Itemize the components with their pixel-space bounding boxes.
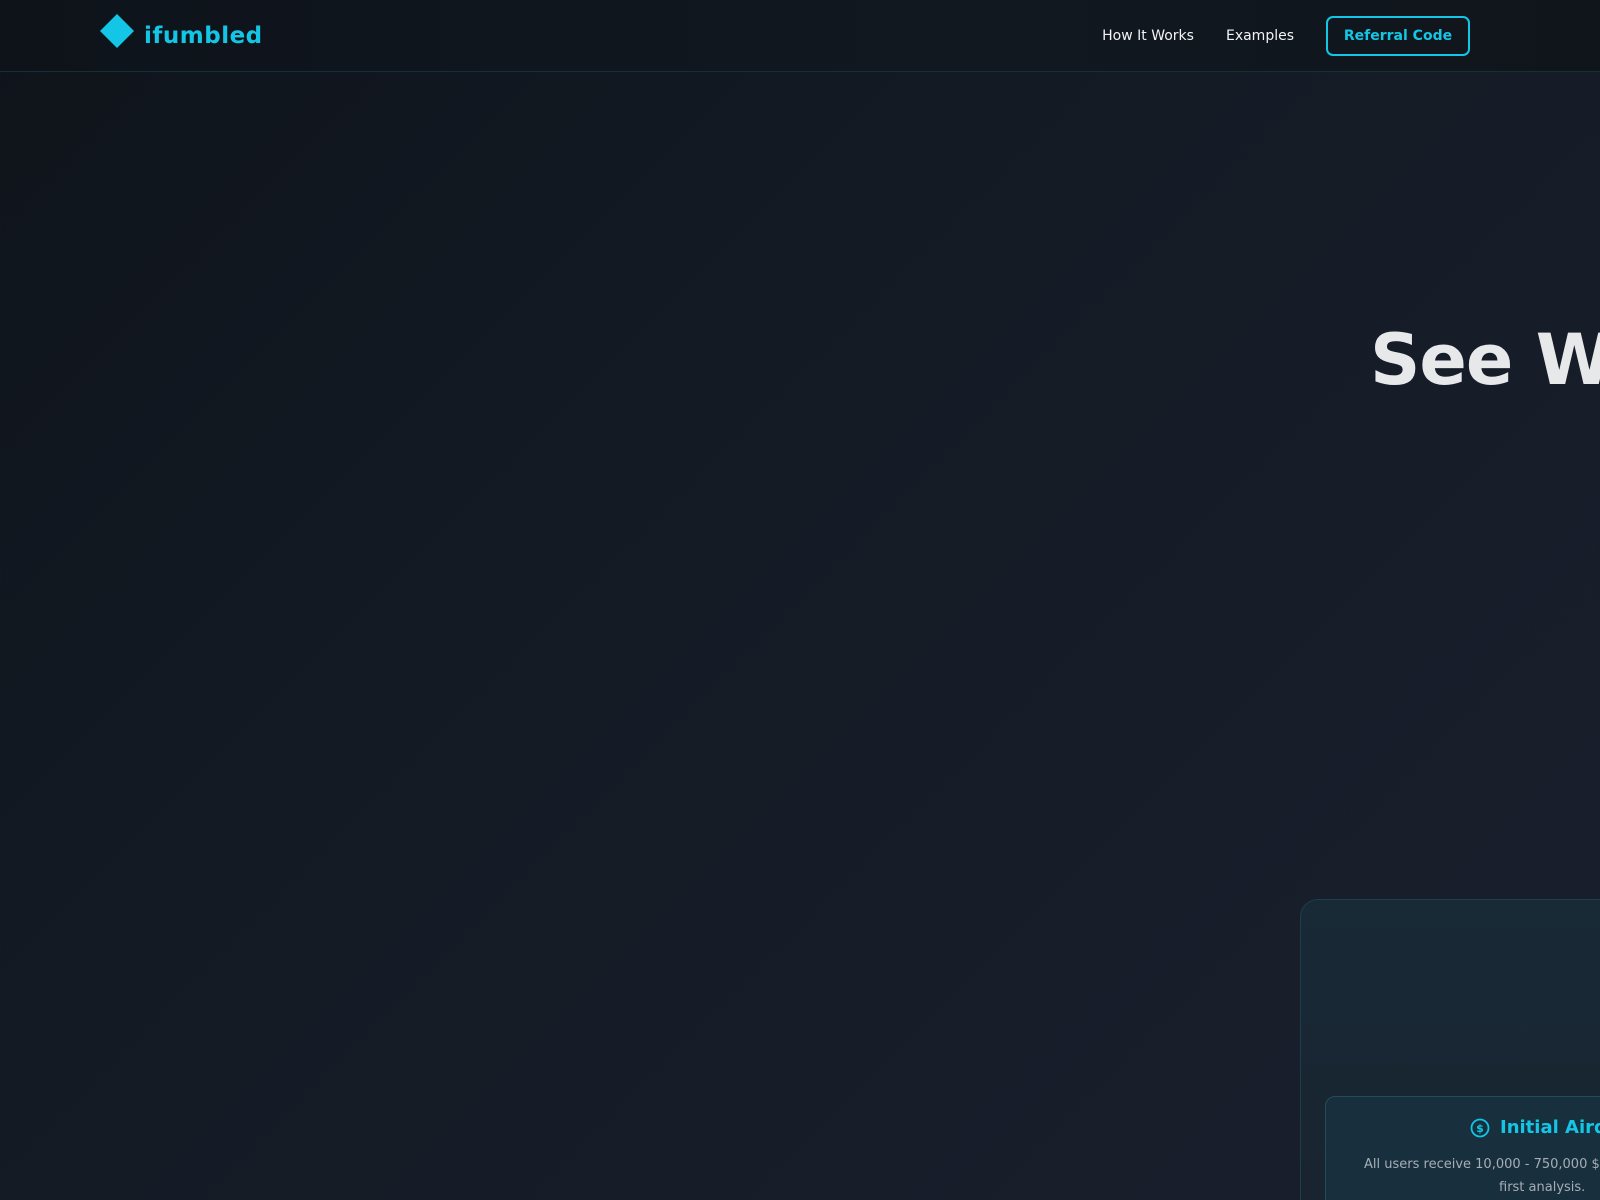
nav-links: How It Works Examples Referral Code <box>1102 16 1470 56</box>
airdrop-header: $ Initial Airdro <box>1470 1117 1600 1138</box>
airdrop-description-line-2: first analysis. <box>1499 1180 1586 1195</box>
brand-name: ifumbled <box>144 23 263 49</box>
dollar-circle-icon: $ <box>1470 1118 1490 1138</box>
airdrop-description-line-1: All users receive 10,000 - 750,000 $FU <box>1364 1157 1600 1172</box>
info-card: $ Initial Airdro All users receive 10,00… <box>1300 899 1600 1200</box>
airdrop-section: $ Initial Airdro All users receive 10,00… <box>1325 1096 1600 1200</box>
nav-link-examples[interactable]: Examples <box>1226 28 1294 44</box>
navbar: ifumbled How It Works Examples Referral … <box>0 0 1600 72</box>
airdrop-description: All users receive 10,000 - 750,000 $FU f… <box>1364 1153 1600 1199</box>
airdrop-title: Initial Airdro <box>1500 1117 1600 1138</box>
diamond-icon <box>100 14 134 48</box>
nav-link-how-it-works[interactable]: How It Works <box>1102 28 1194 44</box>
svg-text:$: $ <box>1476 1122 1484 1135</box>
referral-code-button[interactable]: Referral Code <box>1326 16 1470 56</box>
brand-logo-link[interactable]: ifumbled <box>100 12 263 60</box>
hero-title: See Wh <box>1370 319 1600 401</box>
